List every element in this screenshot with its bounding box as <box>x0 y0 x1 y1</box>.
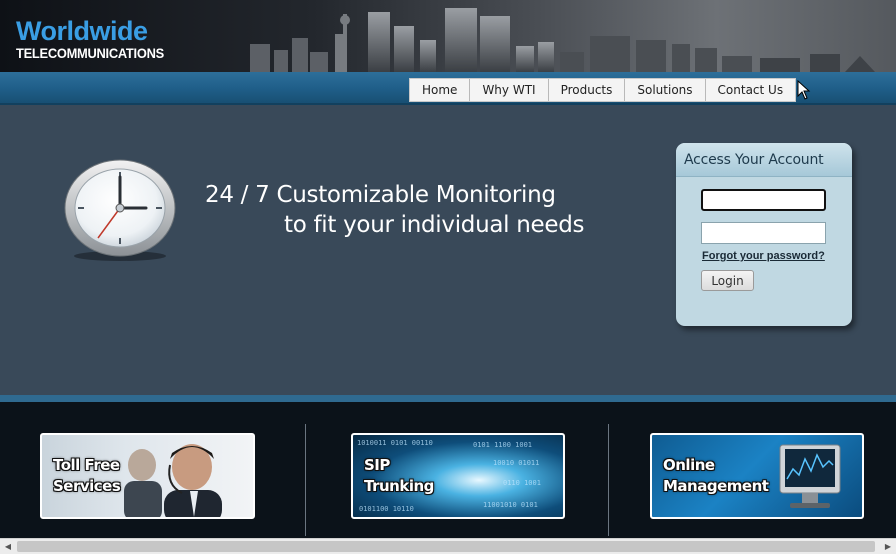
horizontal-scrollbar[interactable]: ◀ ▶ <box>0 538 896 554</box>
site-header: Worldwide TELECOMMUNICATIONS <box>0 0 896 72</box>
tile-separator <box>305 424 306 536</box>
login-panel: Access Your Account Forgot your password… <box>676 143 852 326</box>
svg-text:11001010 0101: 11001010 0101 <box>483 501 538 509</box>
company-logo[interactable]: Worldwide TELECOMMUNICATIONS <box>16 18 177 62</box>
toll-free-services-tile[interactable]: Toll Free Services <box>40 433 255 519</box>
svg-text:1010011 0101 00110: 1010011 0101 00110 <box>357 439 433 447</box>
tile-label: Trunking <box>364 477 434 495</box>
tile-label: Toll Free <box>53 456 120 474</box>
nav-item-why-wti[interactable]: Why WTI <box>470 79 549 101</box>
nav-item-home[interactable]: Home <box>410 79 471 101</box>
main-nav: Home Why WTI Products Solutions Contact … <box>409 78 797 102</box>
svg-text:0110 1001: 0110 1001 <box>503 479 541 487</box>
clock-icon <box>64 159 176 261</box>
browser-page: Worldwide TELECOMMUNICATIONS Home Why WT… <box>0 0 896 554</box>
city-skyline-image <box>250 8 875 72</box>
svg-text:0101100 10110: 0101100 10110 <box>359 505 414 513</box>
login-panel-header: Access Your Account <box>676 143 852 177</box>
online-management-tile[interactable]: Online Management <box>650 433 864 519</box>
scroll-right-arrow-icon[interactable]: ▶ <box>880 539 896 554</box>
login-button[interactable]: Login <box>701 270 754 291</box>
scroll-left-arrow-icon[interactable]: ◀ <box>0 539 16 554</box>
nav-bar: Home Why WTI Products Solutions Contact … <box>0 72 896 105</box>
tile-label: SIP <box>364 456 390 474</box>
forgot-password-link[interactable]: Forgot your password? <box>702 250 825 262</box>
sip-trunking-tile[interactable]: 1010011 0101 00110 0101 1100 1001 10010 … <box>351 433 565 519</box>
tile-label: Services <box>53 477 121 495</box>
login-panel-title: Access Your Account <box>684 152 824 168</box>
tile-label: Online <box>663 456 715 474</box>
nav-item-solutions[interactable]: Solutions <box>625 79 706 101</box>
nav-item-contact-us[interactable]: Contact Us <box>706 79 796 101</box>
password-input[interactable] <box>701 222 826 244</box>
tile-label: Management <box>663 477 769 495</box>
svg-text:10010 01011: 10010 01011 <box>493 459 539 467</box>
tile-separator <box>608 424 609 536</box>
nav-item-products[interactable]: Products <box>549 79 626 101</box>
section-divider <box>0 395 896 402</box>
svg-text:0101 1100 1001: 0101 1100 1001 <box>473 441 532 449</box>
scrollbar-thumb[interactable] <box>17 541 875 552</box>
logo-subtitle: TELECOMMUNICATIONS <box>16 45 164 61</box>
hero-subheadline: to fit your individual needs <box>284 212 585 238</box>
logo-wordmark: Worldwide <box>16 16 148 46</box>
mouse-cursor-icon <box>797 80 811 100</box>
username-input[interactable] <box>701 189 826 211</box>
hero-headline: 24 / 7 Customizable Monitoring <box>205 182 556 208</box>
